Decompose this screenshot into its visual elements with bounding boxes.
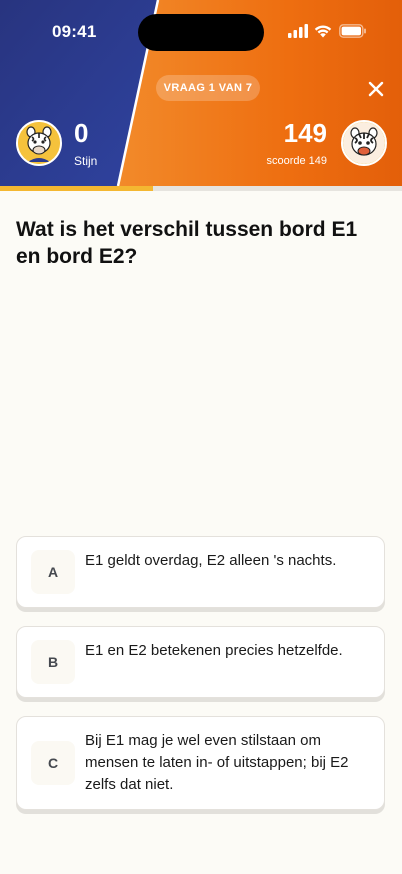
zebra-avatar-icon (18, 122, 60, 164)
answer-letter: B (31, 640, 75, 684)
quiz-screen: 09:41 VRAAG 1 VAN 7 0 Stijn 149 scoorde … (0, 0, 402, 874)
zebra-avatar-icon (343, 122, 385, 164)
answer-text: E1 en E2 betekenen precies hetzelfde. (85, 642, 343, 659)
opponent-score: 149 (283, 118, 327, 148)
battery-icon (339, 24, 366, 38)
player-score: 0 (74, 118, 89, 148)
player-avatar (16, 120, 62, 166)
answer-option-a[interactable]: A E1 geldt overdag, E2 alleen 's nachts. (16, 536, 385, 608)
close-button[interactable] (362, 75, 390, 103)
close-icon (368, 81, 384, 97)
answer-text: E1 geldt overdag, E2 alleen 's nachts. (85, 552, 337, 569)
answer-option-c[interactable]: C Bij E1 mag je wel even stilstaan om me… (16, 716, 385, 810)
answer-text: Bij E1 mag je wel even stilstaan om mens… (85, 732, 349, 793)
question-counter-badge: VRAAG 1 VAN 7 (156, 75, 260, 101)
player-name: Stijn (74, 154, 98, 168)
cellular-signal-icon (288, 24, 308, 38)
status-bar: 09:41 (0, 0, 402, 60)
question-text: Wat is het verschil tussen bord E1 en bo… (16, 218, 358, 268)
opponent-avatar (341, 120, 387, 166)
answer-letter: A (31, 550, 75, 594)
duel-header: 09:41 VRAAG 1 VAN 7 0 Stijn 149 scoorde … (0, 0, 402, 186)
quiz-progress-fill (0, 186, 153, 191)
quiz-progress-bar (0, 186, 402, 191)
dynamic-island (138, 14, 264, 51)
answer-letter: C (31, 741, 75, 785)
wifi-icon (314, 25, 332, 38)
answer-option-b[interactable]: B E1 en E2 betekenen precies hetzelfde. (16, 626, 385, 698)
opponent-score-label: scoorde 149 (266, 155, 327, 167)
status-time: 09:41 (52, 22, 97, 41)
